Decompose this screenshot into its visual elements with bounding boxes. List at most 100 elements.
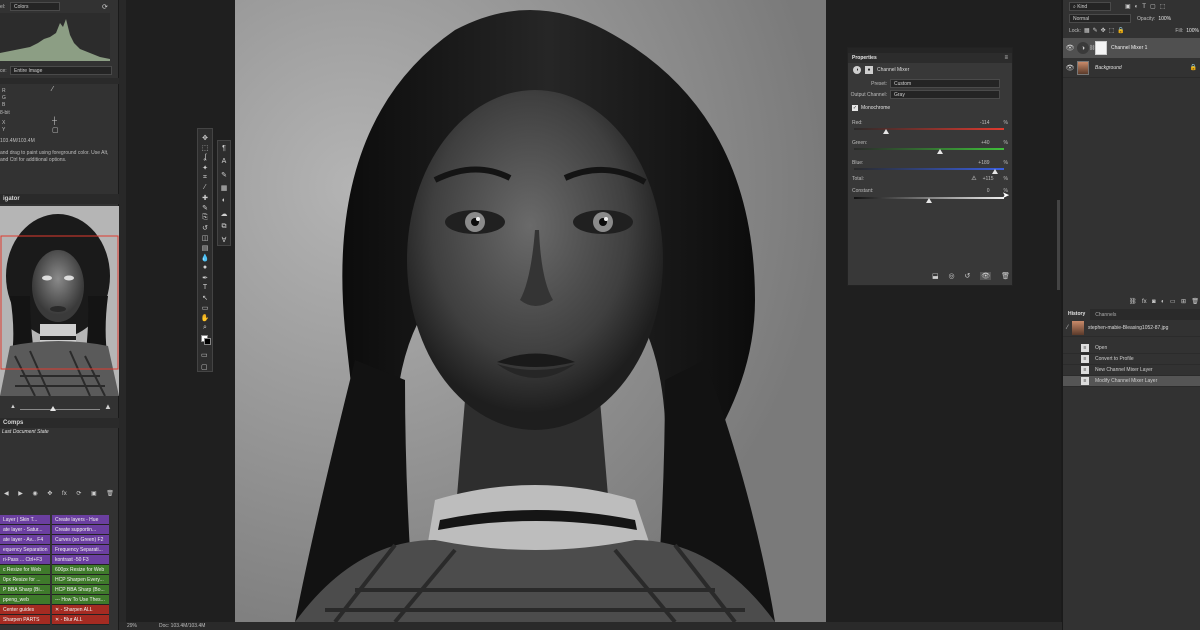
fill-value[interactable]: 100% xyxy=(1186,28,1199,34)
brush-icon[interactable]: ✎ xyxy=(199,203,211,212)
channel-slider-thumb[interactable] xyxy=(882,129,889,134)
filter-smart-icon[interactable]: ⬚ xyxy=(1160,3,1166,10)
action-button[interactable]: ✕ - Sharpen ALL xyxy=(52,605,109,615)
zoom-in-large-icon[interactable]: ▲ xyxy=(104,402,112,411)
new-group-icon[interactable]: ▭ xyxy=(1170,298,1176,305)
new-comp-icon[interactable]: ▣ xyxy=(91,490,97,497)
layer-visibility-eye-icon[interactable]: 👁 xyxy=(1063,64,1077,72)
action-button[interactable]: ✕ - Blur ALL xyxy=(52,615,109,625)
filter-pixel-icon[interactable]: ▣ xyxy=(1125,3,1131,10)
lock-paint-icon[interactable]: ✎ xyxy=(1093,27,1098,34)
path-select-icon[interactable]: ↖ xyxy=(199,293,211,302)
action-button[interactable]: 600px Resize for Web xyxy=(52,565,109,575)
zoom-level[interactable]: 29% xyxy=(119,623,159,629)
history-brush-source-icon[interactable]: ⁄ xyxy=(1067,325,1068,331)
navigator-zoom-slider[interactable] xyxy=(20,409,100,410)
output-channel-select[interactable]: Gray xyxy=(890,90,1000,99)
paragraph-icon[interactable]: ¶ xyxy=(219,144,229,153)
channel-value[interactable]: +40 xyxy=(981,140,989,146)
layer-name[interactable]: Background xyxy=(1095,65,1122,71)
document-canvas[interactable] xyxy=(235,0,826,622)
channel-slider-thumb[interactable] xyxy=(936,149,943,154)
update-comp-icon[interactable]: ⟳ xyxy=(76,490,81,497)
eyedropper-icon[interactable]: ⁄ xyxy=(199,183,211,192)
navigator-thumbnail[interactable] xyxy=(0,206,119,396)
blend-mode-select[interactable]: Normal xyxy=(1069,14,1131,23)
new-layer-icon[interactable]: ⊞ xyxy=(1181,298,1186,305)
type-icon[interactable]: T xyxy=(199,283,211,292)
action-button[interactable]: ate layer - Satur... xyxy=(0,525,50,535)
properties-tab[interactable]: Properties xyxy=(848,55,877,61)
action-button[interactable]: ri-Pass ... Ctrl+F3 xyxy=(0,555,50,565)
link-layers-icon[interactable]: ⛓ xyxy=(1129,298,1137,305)
monochrome-checkbox[interactable]: ✓ xyxy=(852,104,858,111)
next-comp-icon[interactable]: ▶ xyxy=(18,490,23,497)
channels-tab[interactable]: Channels xyxy=(1090,312,1121,318)
history-step[interactable]: ≡ Modify Channel Mixer Layer xyxy=(1063,376,1200,387)
channel-slider-track[interactable] xyxy=(854,148,1004,150)
layer-filter-kind[interactable]: ⌕ Kind xyxy=(1069,2,1111,11)
layer-name[interactable]: Channel Mixer 1 xyxy=(1111,45,1147,51)
constant-slider-thumb[interactable] xyxy=(926,198,932,203)
blur-icon[interactable]: 💧 xyxy=(199,253,211,262)
history-tab[interactable]: History xyxy=(1063,309,1091,320)
action-button[interactable]: Sharpen PARTS xyxy=(0,615,50,625)
constant-value[interactable]: 0 xyxy=(987,188,990,194)
lock-move-icon[interactable]: ✥ xyxy=(1101,27,1106,34)
action-button[interactable]: ppeng_web xyxy=(0,595,50,605)
move-icon[interactable]: ✥ xyxy=(199,133,211,142)
lock-artboard-icon[interactable]: ⬚ xyxy=(1109,27,1115,34)
toggle-visibility-icon[interactable]: 👁 xyxy=(980,272,992,280)
update-visibility-icon[interactable]: ◉ xyxy=(33,490,38,497)
pen-icon[interactable]: ✒ xyxy=(199,273,211,282)
update-position-icon[interactable]: ✥ xyxy=(47,490,52,497)
action-button[interactable]: ate layer - Av... F4 xyxy=(0,535,50,545)
dodge-icon[interactable]: ● xyxy=(199,263,211,272)
doc-size-status[interactable]: Doc: 103.4M/103.4M xyxy=(159,623,205,629)
eraser-icon[interactable]: ◫ xyxy=(199,233,211,242)
lock-pixels-icon[interactable]: ▦ xyxy=(1084,27,1090,34)
channel-value[interactable]: -114 xyxy=(980,120,990,126)
histogram-channel-select[interactable]: Colors xyxy=(10,2,60,11)
clip-to-layer-icon[interactable]: ⬓ xyxy=(932,272,939,280)
lock-all-icon[interactable]: 🔒 xyxy=(1117,27,1124,34)
view-previous-state-icon[interactable]: ◎ xyxy=(949,272,955,280)
properties-icon[interactable]: ⧉ xyxy=(219,222,229,231)
last-document-state[interactable]: Last Document State xyxy=(2,429,49,435)
filter-shape-icon[interactable]: ▢ xyxy=(1150,3,1156,10)
opacity-value[interactable]: 100% xyxy=(1158,16,1171,22)
gradient-icon[interactable]: ▤ xyxy=(199,243,211,252)
glyphs-icon[interactable]: Ɐ xyxy=(219,235,229,244)
action-button[interactable]: kontrast -50 F3 xyxy=(52,555,109,565)
channel-slider-track[interactable] xyxy=(854,128,1004,130)
delete-layer-icon[interactable]: 🗑 xyxy=(1191,298,1199,305)
quick-mask-icon[interactable]: ▭ xyxy=(201,351,208,359)
filter-type-icon[interactable]: T xyxy=(1142,4,1146,10)
filter-adjust-icon[interactable]: ◐ xyxy=(1135,4,1139,10)
stamp-icon[interactable]: ⎘ xyxy=(199,213,211,222)
action-button[interactable]: Layer | Skin T... xyxy=(0,515,50,525)
history-step[interactable]: ≡ New Channel Mixer Layer xyxy=(1063,365,1200,376)
delete-comp-icon[interactable]: 🗑 xyxy=(106,490,114,497)
action-button[interactable]: HCP Sharpen Every... xyxy=(52,575,109,585)
background-color-swatch[interactable] xyxy=(204,338,211,345)
action-button[interactable]: 0px Resize for ... xyxy=(0,575,50,585)
swatches-icon[interactable]: ▦ xyxy=(219,183,229,192)
delete-adjustment-icon[interactable]: 🗑 xyxy=(1001,272,1010,280)
prev-comp-icon[interactable]: ◀ xyxy=(4,490,9,497)
layer-visibility-eye-icon[interactable]: 👁 xyxy=(1063,44,1077,52)
layer-style-icon[interactable]: fx xyxy=(1142,299,1147,305)
action-button[interactable]: Frequency Separati... xyxy=(52,545,109,555)
history-step[interactable]: ≡ Open xyxy=(1063,343,1200,354)
refresh-icon[interactable]: ⟳ xyxy=(102,3,108,11)
quick-select-icon[interactable]: ✦ xyxy=(199,163,211,172)
zoom-icon[interactable]: ⌕ xyxy=(199,323,211,332)
channel-slider-track[interactable] xyxy=(854,168,1004,170)
action-button[interactable]: equency Separation xyxy=(0,545,50,555)
mask-icon[interactable]: ● xyxy=(865,65,873,74)
layers-scrollbar[interactable] xyxy=(1057,200,1060,290)
crop-icon[interactable]: ⌗ xyxy=(199,173,211,182)
update-style-icon[interactable]: fx xyxy=(62,491,67,497)
adjustments-icon[interactable]: ◐ xyxy=(219,196,229,205)
layer-mask-thumb[interactable] xyxy=(1095,41,1107,55)
